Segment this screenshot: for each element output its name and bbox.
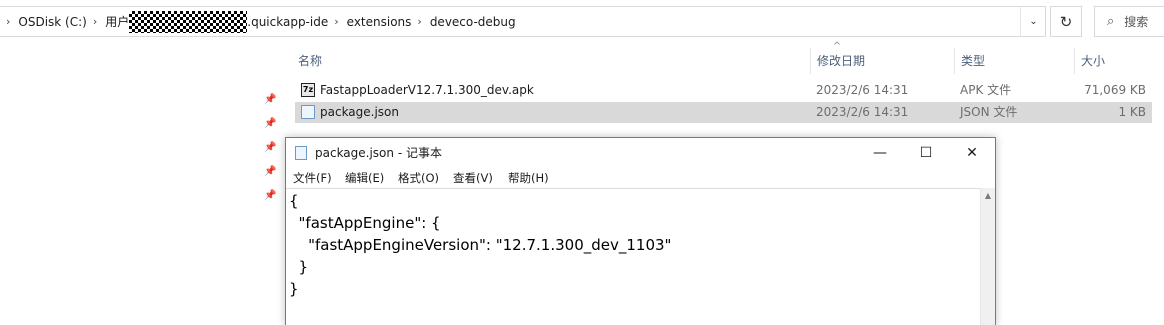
- redacted-username: [129, 10, 248, 33]
- menu-view[interactable]: 查看(V): [453, 168, 493, 188]
- text-line: "fastAppEngineVersion": "12.7.1.300_dev_…: [289, 236, 672, 254]
- menu-help[interactable]: 帮助(H): [508, 168, 549, 188]
- file-type: APK 文件: [960, 83, 1012, 97]
- pin-icon[interactable]: 📌: [264, 142, 276, 154]
- breadcrumb-deveco-debug[interactable]: deveco-debug: [430, 15, 516, 29]
- file-size: 1 KB: [1118, 105, 1146, 119]
- file-modified-date: 2023/2/6 14:31: [816, 105, 909, 119]
- notepad-text-area[interactable]: { "fastAppEngine": { "fastAppEngineVersi…: [286, 188, 980, 325]
- search-placeholder: 搜索: [1124, 15, 1149, 29]
- breadcrumb-users[interactable]: 用户: [105, 13, 129, 30]
- refresh-button[interactable]: ↻: [1050, 6, 1082, 37]
- file-modified-date: 2023/2/6 14:31: [816, 83, 909, 97]
- maximize-icon: ☐: [919, 145, 933, 161]
- vertical-scrollbar[interactable]: ▲: [980, 188, 995, 325]
- column-header-name[interactable]: 名称: [292, 48, 808, 74]
- text-line: {: [289, 192, 299, 210]
- notepad-window: package.json - 记事本 — ☐ ✕ 文件(F) 编辑(E) 格式(…: [285, 137, 996, 325]
- menu-format[interactable]: 格式(O): [398, 168, 439, 188]
- maximize-button[interactable]: ☐: [903, 138, 949, 168]
- address-history-dropdown[interactable]: ⌄: [1020, 6, 1046, 37]
- file-name: package.json: [320, 105, 400, 119]
- pin-icon[interactable]: 📌: [264, 190, 276, 202]
- explorer-address-bar: › OSDisk (C:) › 用户 .quickapp-ide › exten…: [0, 0, 1164, 44]
- minimize-button[interactable]: —: [857, 138, 903, 168]
- pin-icon[interactable]: 📌: [264, 94, 276, 106]
- chevron-icon[interactable]: ›: [6, 15, 10, 28]
- menu-file[interactable]: 文件(F): [293, 168, 332, 188]
- column-header-size[interactable]: 大小: [1074, 48, 1164, 74]
- search-icon: ⌕: [1107, 14, 1115, 29]
- notepad-icon: [295, 146, 307, 160]
- json-file-icon: [301, 105, 315, 119]
- text-line: "fastAppEngine": {: [289, 214, 441, 232]
- breadcrumb-extensions[interactable]: extensions: [347, 15, 412, 29]
- minimize-icon: —: [873, 145, 887, 161]
- chevron-icon[interactable]: ›: [93, 15, 97, 28]
- pin-icon[interactable]: 📌: [264, 166, 276, 178]
- text-line: }: [289, 258, 309, 276]
- notepad-title: package.json - 记事本: [315, 146, 442, 160]
- chevron-icon[interactable]: ›: [417, 15, 421, 28]
- file-list-header: ^ 名称 修改日期 类型 大小: [286, 42, 1164, 74]
- apk-archive-icon: 7z: [301, 83, 315, 97]
- address-breadcrumb[interactable]: › OSDisk (C:) › 用户 .quickapp-ide › exten…: [0, 6, 1046, 37]
- column-header-date[interactable]: 修改日期: [810, 48, 954, 74]
- file-row[interactable]: 7z FastappLoaderV12.7.1.300_dev.apk 2023…: [295, 80, 1152, 101]
- column-header-type[interactable]: 类型: [954, 48, 1074, 74]
- breadcrumb-quickapp-ide[interactable]: .quickapp-ide: [247, 15, 328, 29]
- close-button[interactable]: ✕: [949, 138, 995, 168]
- chevron-icon[interactable]: ›: [334, 15, 338, 28]
- pin-icon[interactable]: 📌: [264, 118, 276, 130]
- notepad-menu-bar: 文件(F) 编辑(E) 格式(O) 查看(V) 帮助(H): [286, 168, 995, 188]
- search-input[interactable]: ⌕ 搜索: [1094, 6, 1164, 37]
- refresh-icon: ↻: [1059, 12, 1073, 31]
- scroll-up-icon[interactable]: ▲: [981, 190, 995, 202]
- menu-edit[interactable]: 编辑(E): [345, 168, 384, 188]
- file-name: FastappLoaderV12.7.1.300_dev.apk: [320, 83, 534, 97]
- file-row-selected[interactable]: package.json 2023/2/6 14:31 JSON 文件 1 KB: [295, 102, 1152, 123]
- file-type: JSON 文件: [960, 105, 1018, 119]
- chevron-down-icon: ⌄: [1029, 16, 1038, 27]
- notepad-title-bar[interactable]: package.json - 记事本 — ☐ ✕: [286, 138, 995, 168]
- close-icon: ✕: [966, 145, 978, 161]
- text-line: }: [289, 280, 299, 298]
- breadcrumb-osdisk[interactable]: OSDisk (C:): [18, 15, 86, 29]
- file-size: 71,069 KB: [1084, 83, 1146, 97]
